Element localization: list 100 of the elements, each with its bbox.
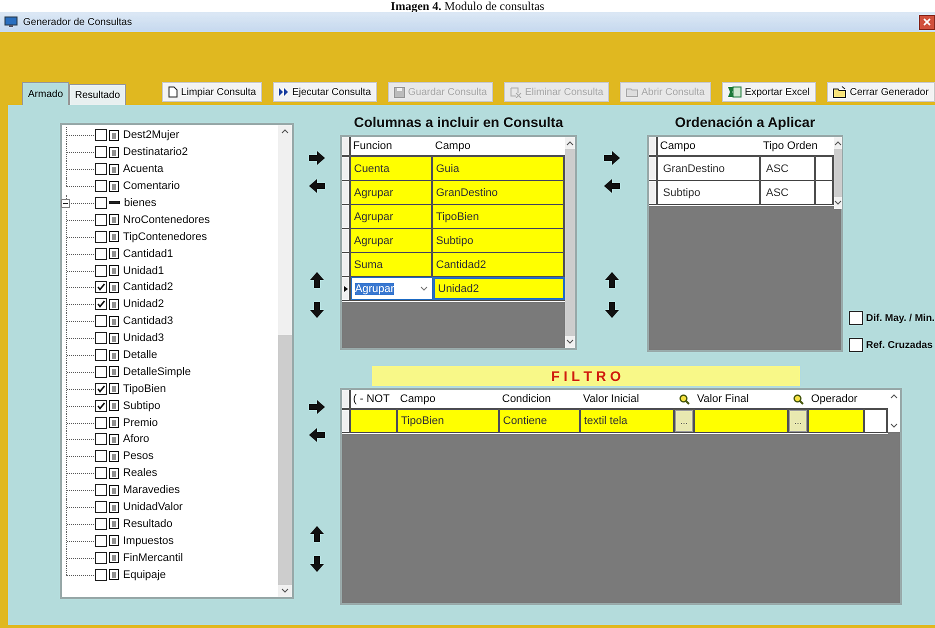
scroll-down-icon[interactable] <box>890 423 898 428</box>
checkbox[interactable] <box>95 129 107 142</box>
tree-item[interactable]: DetalleSimple <box>123 366 191 378</box>
checkbox[interactable] <box>849 311 863 325</box>
tree-item[interactable]: Destinatario2 <box>123 146 188 158</box>
scroll-down-icon[interactable] <box>281 588 289 593</box>
checkbox[interactable] <box>95 349 107 362</box>
checkbox[interactable] <box>95 382 107 395</box>
checkbox[interactable] <box>95 332 107 344</box>
tree-item[interactable]: Dest2Mujer <box>123 129 180 142</box>
dropdown-caret-icon[interactable] <box>420 286 428 291</box>
row-selector[interactable] <box>342 253 351 276</box>
checkbox[interactable] <box>95 467 107 480</box>
scrollbar[interactable] <box>565 137 575 348</box>
checkbox[interactable] <box>95 197 107 209</box>
checkbox[interactable] <box>95 552 107 564</box>
row-selector[interactable] <box>342 181 351 204</box>
left-arrow-icon[interactable] <box>604 179 620 193</box>
tree-item[interactable]: Resultado <box>123 518 173 530</box>
scrollbar[interactable] <box>834 137 842 209</box>
row-selector[interactable] <box>649 157 658 180</box>
right-arrow-icon[interactable] <box>604 151 620 165</box>
checkbox[interactable] <box>95 281 107 294</box>
scroll-up-icon[interactable] <box>834 141 842 146</box>
checkbox[interactable] <box>95 315 107 328</box>
table-row[interactable]: Agrupar TipoBien <box>342 205 565 229</box>
tree-item[interactable]: Unidad3 <box>123 332 164 344</box>
tree-item[interactable]: Acuenta <box>123 163 164 176</box>
checkbox[interactable] <box>95 366 107 378</box>
row-selector[interactable] <box>342 205 351 228</box>
checkbox[interactable] <box>95 501 107 514</box>
scroll-up-icon[interactable] <box>281 129 289 134</box>
tree-item[interactable]: Cantidad2 <box>123 281 174 294</box>
tree-item[interactable]: TipContenedores <box>123 230 207 243</box>
down-arrow-icon[interactable] <box>605 302 619 318</box>
tree-item[interactable]: FinMercantil <box>123 552 183 564</box>
scrollbar[interactable] <box>888 390 900 432</box>
search-icon[interactable] <box>793 394 804 404</box>
left-arrow-icon[interactable] <box>309 179 325 193</box>
tree-item[interactable]: Reales <box>123 467 158 480</box>
down-arrow-icon[interactable] <box>310 302 324 318</box>
toolbar-button[interactable]: Limpiar Consulta <box>162 82 262 102</box>
scroll-up-icon[interactable] <box>566 141 574 146</box>
checkbox[interactable] <box>95 180 107 192</box>
up-arrow-icon[interactable] <box>605 272 619 288</box>
up-arrow-icon[interactable] <box>310 526 324 542</box>
table-row[interactable]: Cuenta Guia <box>342 157 565 181</box>
checkbox[interactable] <box>95 146 107 158</box>
tree-item[interactable]: NroContenedores <box>123 214 210 226</box>
tree-item[interactable]: Aforo <box>123 433 150 446</box>
toolbar-button[interactable]: Exportar Excel <box>722 82 816 102</box>
scroll-down-icon[interactable] <box>566 339 574 344</box>
down-arrow-icon[interactable] <box>310 556 324 572</box>
table-row[interactable]: Agrupar GranDestino <box>342 181 565 205</box>
table-row[interactable]: Agrupar Subtipo <box>342 229 565 253</box>
table-row[interactable]: Agrupar Unidad2 <box>342 277 565 301</box>
toolbar-button[interactable]: Ejecutar Consulta <box>273 82 378 102</box>
tab[interactable]: Armado <box>22 82 70 105</box>
checkbox[interactable] <box>95 433 107 446</box>
search-icon[interactable] <box>679 394 690 404</box>
tree-item[interactable]: Subtipo <box>123 400 160 412</box>
lookup-button[interactable]: ... <box>675 410 693 432</box>
tab[interactable]: Resultado <box>69 84 126 105</box>
tree-item[interactable]: Pesos <box>123 450 154 462</box>
tree-item[interactable]: Equipaje <box>123 568 166 581</box>
row-selector[interactable] <box>342 277 351 300</box>
up-arrow-icon[interactable] <box>310 272 324 288</box>
checkbox[interactable] <box>95 230 107 243</box>
tree-item[interactable]: bienes <box>124 197 156 209</box>
row-selector[interactable] <box>342 410 351 432</box>
checkbox-label[interactable]: Dif. May. / Min. <box>866 312 935 324</box>
table-row[interactable]: GranDestino ASC <box>649 157 834 181</box>
tree-item[interactable]: Detalle <box>123 349 158 362</box>
right-arrow-icon[interactable] <box>309 151 325 165</box>
left-arrow-icon[interactable] <box>309 428 325 442</box>
tree-item[interactable]: UnidadValor <box>123 501 183 514</box>
checkbox[interactable] <box>95 518 107 530</box>
row-selector[interactable] <box>342 229 351 252</box>
lookup-button[interactable]: ... <box>789 410 807 432</box>
checkbox[interactable] <box>95 264 107 277</box>
tree-item[interactable]: Unidad1 <box>123 264 164 277</box>
row-selector[interactable] <box>649 181 658 204</box>
tree-item[interactable]: Unidad2 <box>123 298 164 310</box>
checkbox[interactable] <box>849 338 863 352</box>
checkbox[interactable] <box>95 450 107 462</box>
function-dropdown[interactable]: Agrupar <box>351 277 433 300</box>
checkbox[interactable] <box>95 568 107 581</box>
collapse-icon[interactable] <box>61 198 70 208</box>
tree-item[interactable]: Cantidad1 <box>123 248 174 260</box>
checkbox[interactable] <box>95 248 107 260</box>
checkbox-label[interactable]: Ref. Cruzadas <box>866 340 933 350</box>
tree-item[interactable]: Maravedies <box>123 484 180 496</box>
table-row[interactable]: TipoBien Contiene textil tela ... ... <box>342 410 888 433</box>
table-row[interactable]: Suma Cantidad2 <box>342 253 565 277</box>
tree-item[interactable]: Impuestos <box>123 534 174 547</box>
checkbox[interactable] <box>95 400 107 412</box>
checkbox[interactable] <box>95 298 107 310</box>
scroll-down-icon[interactable] <box>834 200 842 205</box>
tree-item[interactable]: Premio <box>123 416 158 429</box>
toolbar-button[interactable]: Cerrar Generador <box>826 82 935 102</box>
